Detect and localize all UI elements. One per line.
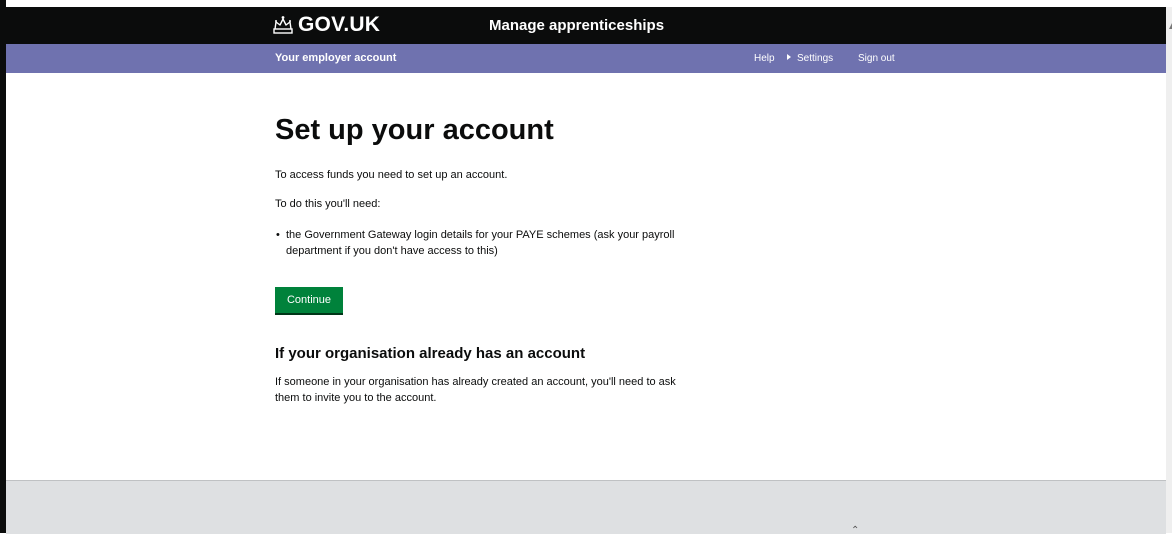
- help-link[interactable]: Help: [754, 52, 775, 66]
- section-heading: If your organisation already has an acco…: [275, 345, 586, 362]
- scroll-up-icon[interactable]: ▲: [1167, 22, 1172, 32]
- sign-out-link[interactable]: Sign out: [858, 52, 895, 66]
- vertical-scrollbar[interactable]: [1166, 7, 1172, 533]
- crown-icon: [273, 16, 293, 34]
- window-left-edge: [0, 0, 6, 533]
- page-footer: ⌃: [6, 480, 1166, 536]
- footer-crest-icon: ⌃: [851, 525, 860, 536]
- page-title: Set up your account: [275, 114, 554, 146]
- list-item: • the Government Gateway login details f…: [275, 227, 695, 259]
- requirements-list: • the Government Gateway login details f…: [275, 227, 695, 259]
- requirements-lead: To do this you'll need:: [275, 198, 381, 210]
- bullet-icon: •: [276, 229, 280, 241]
- service-name[interactable]: Manage apprenticeships: [489, 16, 664, 36]
- list-item-text: the Government Gateway login details for…: [286, 229, 675, 257]
- govuk-header: GOV.UK Manage apprenticeships: [6, 7, 1166, 44]
- window-top-edge: [0, 0, 1172, 7]
- section-text: If someone in your organisation has alre…: [275, 376, 676, 404]
- govuk-logo-link[interactable]: GOV.UK: [298, 13, 380, 37]
- settings-label: Settings: [797, 53, 834, 64]
- triangle-right-icon: [787, 54, 791, 60]
- employer-account-link[interactable]: Your employer account: [275, 51, 396, 66]
- continue-button[interactable]: Continue: [275, 287, 343, 313]
- intro-text: To access funds you need to set up an ac…: [275, 169, 508, 181]
- settings-link[interactable]: Settings: [787, 52, 833, 66]
- account-bar: Your employer account Help Settings Sign…: [6, 44, 1166, 73]
